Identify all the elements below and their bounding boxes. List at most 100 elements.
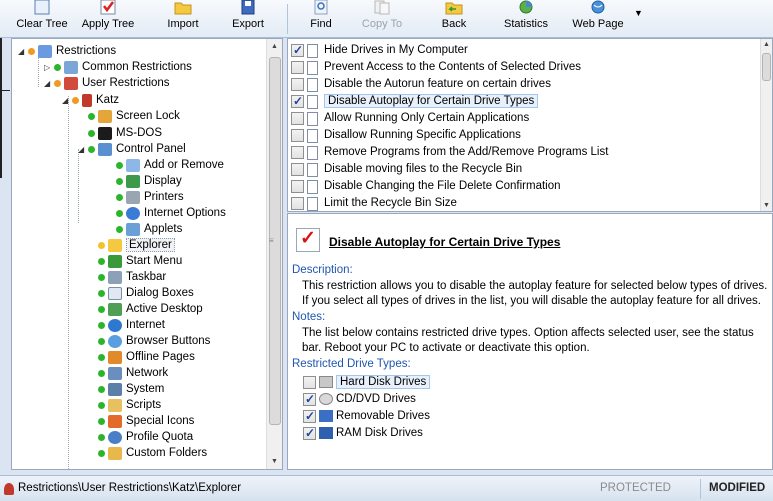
restriction-item-selected[interactable]: Disable Autoplay for Certain Drive Types xyxy=(291,93,539,110)
tree-item-special-icons[interactable]: Special Icons xyxy=(98,413,194,429)
checkbox[interactable] xyxy=(291,146,304,159)
tree-item-start-menu[interactable]: Start Menu xyxy=(98,253,182,269)
restrictions-tree[interactable]: ◢ Restrictions ▷ Common Restrictions ◢ User… xyxy=(11,38,283,470)
tree-item-browser-buttons[interactable]: Browser Buttons xyxy=(98,333,210,349)
checkbox[interactable] xyxy=(303,408,316,424)
scroll-up-icon[interactable]: ▲ xyxy=(761,41,772,48)
web-page-button[interactable]: Web Page xyxy=(568,0,628,38)
find-button[interactable]: Find xyxy=(302,0,340,38)
list-scrollbar[interactable]: ▲ ▼ xyxy=(760,39,772,211)
checkbox[interactable] xyxy=(291,112,304,125)
tree-item-applets[interactable]: Applets xyxy=(116,221,182,237)
tree-item-dialog-boxes[interactable]: Dialog Boxes xyxy=(98,285,194,301)
tree-item-offline-pages[interactable]: Offline Pages xyxy=(98,349,195,365)
restriction-item[interactable]: Hide Drives in My Computer xyxy=(291,42,468,59)
checkbox[interactable] xyxy=(291,61,304,74)
tree-item-network[interactable]: Network xyxy=(98,365,168,381)
status-path: Restrictions\User Restrictions\Katz\Expl… xyxy=(18,482,242,494)
tree-item-taskbar[interactable]: Taskbar xyxy=(98,269,166,285)
tree-item-user-restrictions[interactable]: ◢ User Restrictions xyxy=(44,75,170,91)
checkbox[interactable] xyxy=(291,42,304,59)
collapse-icon[interactable]: ◢ xyxy=(62,93,72,109)
special-icons-icon xyxy=(108,414,122,428)
tree-item-msdos[interactable]: MS-DOS xyxy=(88,125,162,141)
checkbox[interactable] xyxy=(291,180,304,193)
scroll-up-icon[interactable]: ▲ xyxy=(267,43,282,50)
tree-item-explorer[interactable]: Explorer xyxy=(98,237,175,253)
apply-tree-label: Apply Tree xyxy=(81,18,135,30)
restriction-item[interactable]: Disable moving files to the Recycle Bin xyxy=(291,161,522,178)
copy-to-label: Copy To xyxy=(361,18,403,30)
drive-types-label: Restricted Drive Types: xyxy=(292,358,411,370)
back-button[interactable]: Back xyxy=(434,0,474,38)
restriction-item[interactable]: Limit the Recycle Bin Size xyxy=(291,195,457,211)
tree-item-profile-quota[interactable]: Profile Quota xyxy=(98,429,193,445)
tree-item-scripts[interactable]: Scripts xyxy=(98,397,161,413)
restrictions-list[interactable]: Hide Drives in My Computer Prevent Acces… xyxy=(287,38,773,212)
clear-tree-button[interactable]: Clear Tree xyxy=(16,0,68,38)
checkbox[interactable] xyxy=(291,93,304,110)
tree-item-internet[interactable]: Internet xyxy=(98,317,165,333)
tree-item-restrictions[interactable]: ◢ Restrictions xyxy=(18,43,116,59)
scroll-down-icon[interactable]: ▼ xyxy=(761,202,772,209)
left-edge-border xyxy=(0,38,2,178)
save-disk-icon xyxy=(241,0,255,15)
tree-item-control-panel[interactable]: ◢ Control Panel xyxy=(78,141,186,157)
drive-type-item[interactable]: Hard Disk Drives xyxy=(303,374,431,390)
tree-item-active-desktop[interactable]: Active Desktop xyxy=(98,301,203,317)
tree-scrollbar[interactable]: ▲ ▼ xyxy=(266,39,282,469)
clear-tree-icon xyxy=(34,0,50,15)
splitter-grip-icon[interactable]: ≡ xyxy=(269,236,274,245)
export-label: Export xyxy=(232,18,264,30)
checkbox[interactable] xyxy=(291,197,304,210)
offline-pages-icon xyxy=(108,350,122,364)
status-separator xyxy=(700,479,701,499)
collapse-icon[interactable]: ◢ xyxy=(78,142,88,158)
web-page-dropdown-icon[interactable]: ▼ xyxy=(634,8,643,18)
collapse-icon[interactable]: ◢ xyxy=(44,76,54,92)
apply-tree-button[interactable]: Apply Tree xyxy=(78,0,138,38)
checkbox[interactable] xyxy=(291,78,304,91)
network-icon xyxy=(108,366,122,380)
restriction-item[interactable]: Disallow Running Specific Applications xyxy=(291,127,521,144)
tree-item-display[interactable]: Display xyxy=(116,173,182,189)
checkbox[interactable] xyxy=(291,163,304,176)
checkbox[interactable] xyxy=(303,391,316,407)
apply-tree-icon xyxy=(100,0,116,15)
copy-to-button[interactable]: Copy To xyxy=(355,0,409,38)
expand-icon[interactable]: ▷ xyxy=(44,60,54,76)
tree-item-katz[interactable]: ◢ Katz xyxy=(62,92,119,108)
tree-item-printers[interactable]: Printers xyxy=(116,189,184,205)
restriction-item[interactable]: Allow Running Only Certain Applications xyxy=(291,110,529,127)
details-title: Disable Autoplay for Certain Drive Types xyxy=(329,235,561,249)
tree-item-add-or-remove[interactable]: Add or Remove xyxy=(116,157,224,173)
document-icon xyxy=(307,145,318,160)
import-folder-icon xyxy=(174,2,192,15)
export-button[interactable]: Export xyxy=(226,0,270,38)
tree-item-internet-options[interactable]: Internet Options xyxy=(116,205,226,221)
checkbox[interactable] xyxy=(303,425,316,441)
restriction-item[interactable]: Prevent Access to the Contents of Select… xyxy=(291,59,581,76)
drive-type-item[interactable]: CD/DVD Drives xyxy=(303,391,416,407)
checkbox[interactable] xyxy=(303,375,316,389)
tree-item-system[interactable]: System xyxy=(98,381,164,397)
restriction-item[interactable]: Disable Changing the File Delete Confirm… xyxy=(291,178,561,195)
checkbox[interactable] xyxy=(291,129,304,142)
collapse-icon[interactable]: ◢ xyxy=(18,44,28,60)
drive-type-item[interactable]: RAM Disk Drives xyxy=(303,425,423,441)
status-modified: MODIFIED xyxy=(709,482,766,494)
restriction-item[interactable]: Remove Programs from the Add/Remove Prog… xyxy=(291,144,608,161)
import-label: Import xyxy=(167,18,199,30)
scroll-down-icon[interactable]: ▼ xyxy=(267,458,282,465)
statistics-button[interactable]: Statistics xyxy=(498,0,554,38)
restriction-item[interactable]: Disable the Autorun feature on certain d… xyxy=(291,76,551,93)
import-button[interactable]: Import xyxy=(160,0,206,38)
notes-text: The list below contains restricted drive… xyxy=(302,327,754,354)
tree-item-screen-lock[interactable]: Screen Lock xyxy=(88,108,180,124)
scroll-thumb[interactable] xyxy=(762,53,771,81)
drive-type-item[interactable]: Removable Drives xyxy=(303,408,430,424)
find-label: Find xyxy=(310,18,332,30)
clear-tree-label: Clear Tree xyxy=(16,18,68,30)
tree-item-common-restrictions[interactable]: ▷ Common Restrictions xyxy=(44,59,192,75)
tree-item-custom-folders[interactable]: Custom Folders xyxy=(98,445,207,461)
